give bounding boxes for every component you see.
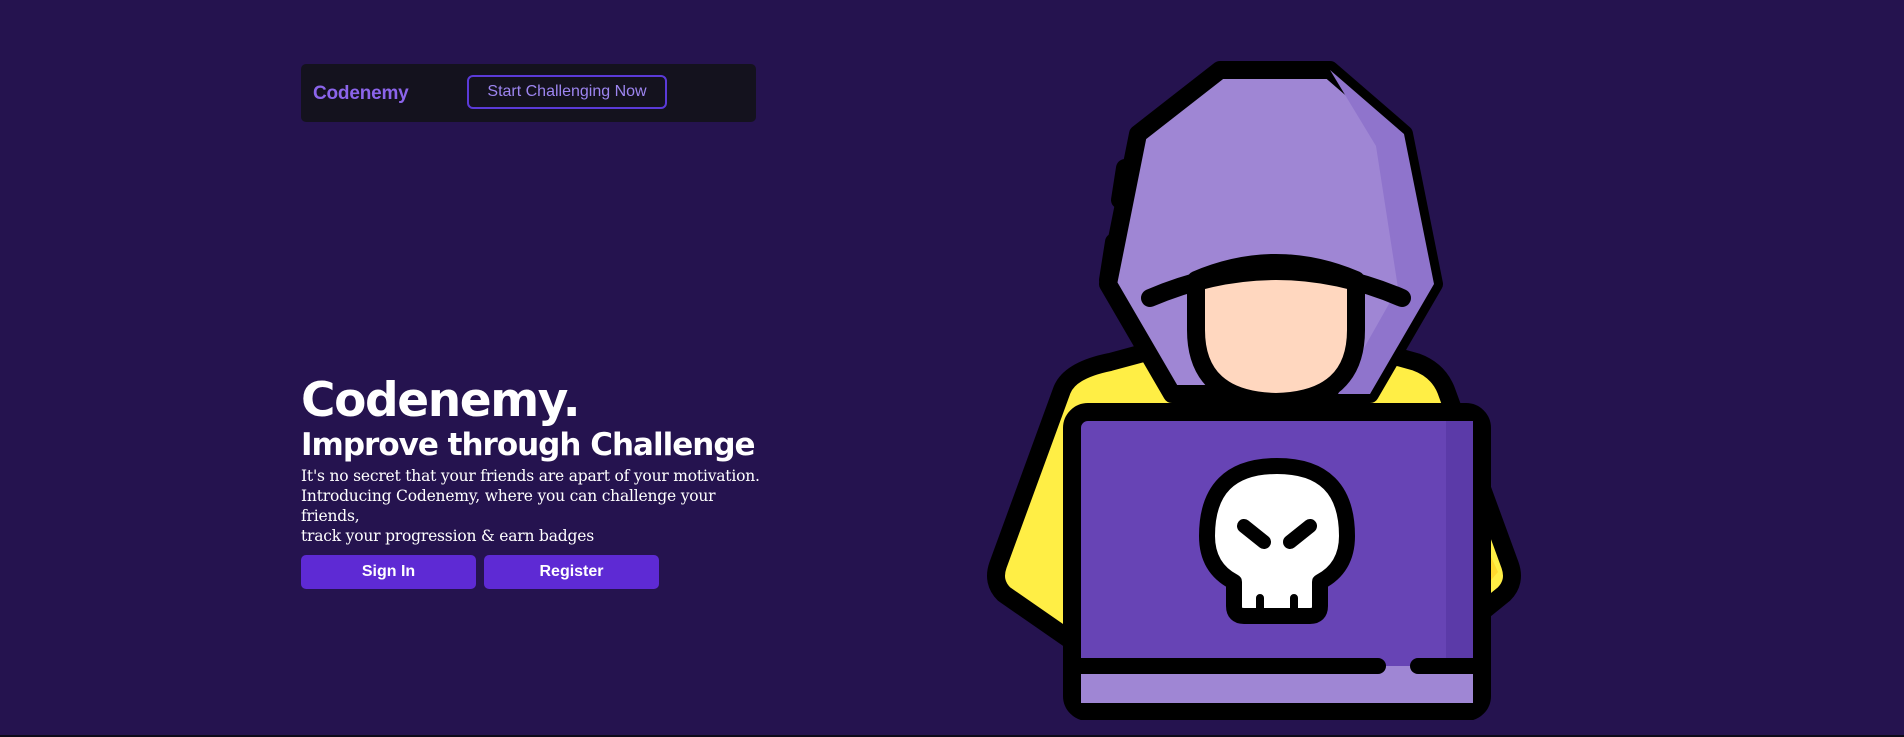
- hood-edge: [1111, 159, 1134, 209]
- laptop-shade: [1446, 421, 1473, 671]
- hero-description: It's no secret that your friends are apa…: [301, 466, 771, 546]
- register-button[interactable]: Register: [484, 555, 659, 589]
- hero-buttons: Sign In Register: [301, 555, 781, 589]
- brand-logo-text[interactable]: Codenemy: [313, 83, 409, 105]
- hood-edge: [1099, 233, 1123, 289]
- hooded-hacker-illustration-icon: [987, 61, 1521, 720]
- start-challenging-button[interactable]: Start Challenging Now: [467, 75, 667, 109]
- sign-in-button[interactable]: Sign In: [301, 555, 476, 589]
- top-navbar: Codenemy Start Challenging Now: [301, 64, 756, 122]
- skull-icon: [1199, 458, 1355, 624]
- hero-description-line: It's no secret that your friends are apa…: [301, 467, 760, 485]
- hero-subtitle: Improve through Challenge: [301, 427, 756, 463]
- hero-description-line: Introducing Codenemy, where you can chal…: [301, 487, 716, 525]
- hero-title: Codenemy.: [301, 373, 581, 428]
- hero-description-line: track your progression & earn badges: [301, 527, 594, 545]
- hero-section: Codenemy. Improve through Challenge It's…: [301, 372, 781, 589]
